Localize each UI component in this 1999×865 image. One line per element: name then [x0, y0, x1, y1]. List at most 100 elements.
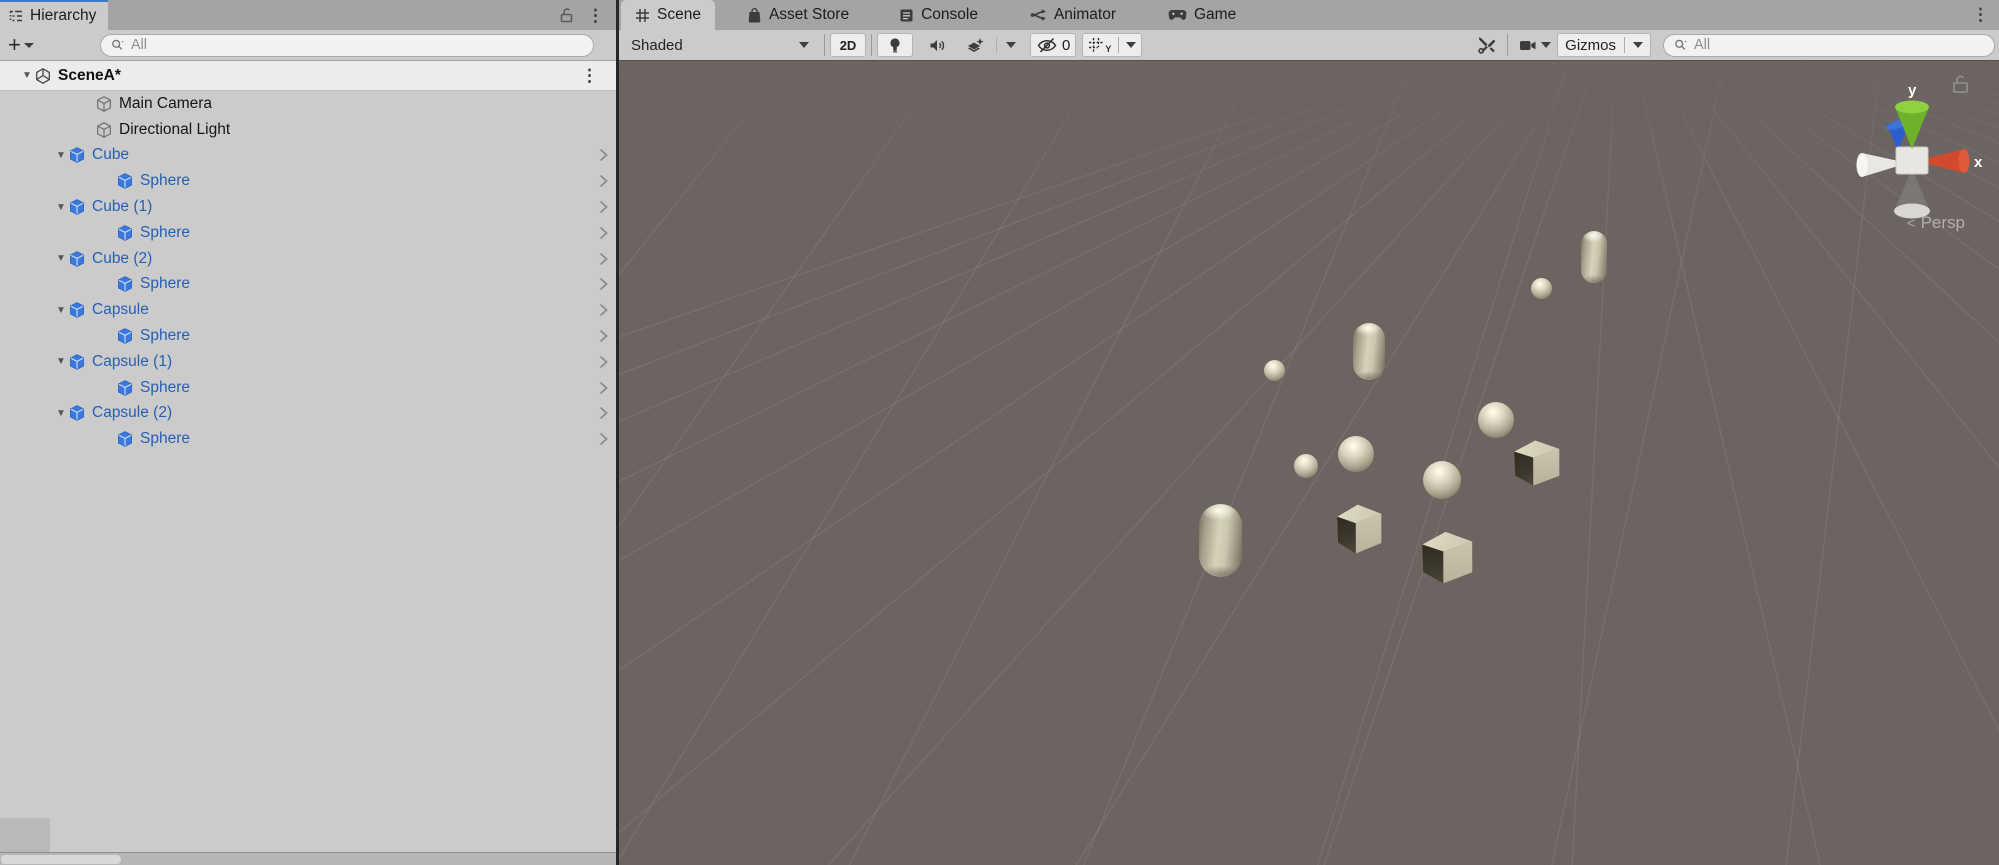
scene-camera-button[interactable]	[1513, 33, 1557, 57]
hierarchy-item[interactable]: ▼ Cube (2)	[0, 246, 616, 272]
tools-button[interactable]	[1472, 33, 1502, 57]
prefab-chevron-icon[interactable]	[599, 406, 608, 420]
projection-toggle[interactable]: < Persp	[1907, 213, 1965, 233]
sphere-object[interactable]	[1478, 402, 1514, 438]
hierarchy-toolbar: +	[0, 30, 616, 61]
grid-visibility-button[interactable]: Y	[1082, 33, 1143, 57]
tab-game[interactable]: Game	[1154, 0, 1250, 30]
grid-dropdown-icon[interactable]	[1126, 42, 1137, 48]
hierarchy-item[interactable]: ▼ Cube (1)	[0, 194, 616, 220]
foldout-triangle[interactable]: ▼	[54, 408, 68, 419]
hierarchy-item[interactable]: ▼ Capsule (2)	[0, 401, 616, 427]
prefab-chevron-icon[interactable]	[599, 381, 608, 395]
add-object-button[interactable]: +	[8, 34, 34, 56]
tab-animator-label: Animator	[1053, 6, 1116, 23]
hierarchy-item[interactable]: Main Camera	[0, 91, 616, 117]
hierarchy-item[interactable]: Sphere	[0, 272, 616, 298]
hierarchy-item[interactable]: Sphere	[0, 426, 616, 452]
draw-mode-dropdown[interactable]: Shaded	[623, 33, 819, 57]
scene-search-input[interactable]	[1694, 37, 1984, 53]
foldout-triangle[interactable]: ▼	[54, 253, 68, 264]
prefab-chevron-icon[interactable]	[599, 277, 608, 291]
hierarchy-hscrollbar[interactable]	[0, 852, 616, 865]
gameobject-icon	[116, 430, 134, 448]
gizmo-lock-icon[interactable]	[1953, 75, 1968, 93]
prefab-chevron-icon[interactable]	[599, 148, 608, 162]
scene-tabbar: Scene Asset Store Console Animator Game …	[619, 0, 1999, 30]
prefab-chevron-icon[interactable]	[599, 200, 608, 214]
hierarchy-tree: ▼ SceneA* ⋮ Main Camera Directional Ligh…	[0, 61, 616, 452]
hidden-objects-button[interactable]: 0	[1030, 33, 1077, 57]
scene-menu-icon[interactable]: ⋮	[581, 67, 598, 84]
tab-asset-store[interactable]: Asset Store	[733, 0, 863, 30]
foldout-triangle[interactable]: ▼	[54, 150, 68, 161]
camera-dropdown-icon	[1541, 42, 1552, 48]
scene-menu-icon[interactable]: ⋮	[1972, 6, 1989, 23]
hierarchy-item[interactable]: Sphere	[0, 375, 616, 401]
prefab-chevron-icon[interactable]	[599, 355, 608, 369]
prefab-chevron-icon[interactable]	[599, 303, 608, 317]
foldout-triangle[interactable]: ▼	[20, 70, 34, 81]
tab-animator[interactable]: Animator	[1016, 0, 1130, 30]
prefab-chevron-icon[interactable]	[599, 252, 608, 266]
cube-object[interactable]	[1514, 438, 1561, 488]
scene-viewport[interactable]: y x < Persp	[619, 61, 1999, 865]
tab-scene[interactable]: Scene	[621, 0, 715, 30]
orientation-gizmo[interactable]: y x	[1832, 65, 1997, 230]
gizmo-axis-negy[interactable]	[1894, 169, 1930, 219]
prefab-chevron-icon[interactable]	[599, 329, 608, 343]
axis-y-label[interactable]: y	[1908, 82, 1917, 99]
gizmo-center-cube[interactable]	[1895, 146, 1929, 175]
effects-toggle-button[interactable]	[960, 33, 991, 57]
hierarchy-item[interactable]: Sphere	[0, 323, 616, 349]
sphere-object[interactable]	[1338, 436, 1374, 472]
effects-dropdown-icon[interactable]	[1006, 42, 1016, 48]
chevron-down-icon	[799, 42, 809, 48]
hierarchy-item[interactable]: Sphere	[0, 168, 616, 194]
foldout-triangle[interactable]: ▼	[54, 202, 68, 213]
sphere-object[interactable]	[1294, 454, 1318, 478]
hierarchy-item-label: Sphere	[140, 223, 190, 241]
hierarchy-item[interactable]: Directional Light	[0, 117, 616, 143]
hierarchy-panel: Hierarchy ⋮ + All ▼ SceneA* ⋮ Main Camer…	[0, 0, 616, 865]
tab-console[interactable]: Console	[885, 0, 992, 30]
hierarchy-menu-icon[interactable]: ⋮	[587, 7, 604, 24]
scrollbar-thumb[interactable]	[1, 855, 121, 864]
tools-icon	[1478, 36, 1496, 54]
gizmos-button[interactable]: Gizmos	[1557, 33, 1651, 57]
sphere-object[interactable]	[1531, 278, 1552, 299]
hierarchy-search-input[interactable]	[130, 37, 583, 53]
prefab-chevron-icon[interactable]	[599, 174, 608, 188]
sphere-object[interactable]	[1423, 461, 1461, 499]
gameobject-icon	[68, 353, 86, 371]
gizmos-label: Gizmos	[1565, 36, 1616, 54]
lock-icon[interactable]	[558, 6, 575, 24]
prefab-chevron-icon[interactable]	[599, 432, 608, 446]
sphere-object[interactable]	[1264, 360, 1285, 381]
hierarchy-item[interactable]: ▼ Capsule (1)	[0, 349, 616, 375]
audio-toggle-button[interactable]	[923, 33, 952, 57]
cube-object[interactable]	[1337, 502, 1383, 556]
cube-object[interactable]	[1422, 529, 1474, 586]
grid-icon	[1088, 37, 1104, 53]
lighting-toggle-button[interactable]	[877, 33, 913, 57]
capsule-object[interactable]	[1199, 504, 1242, 577]
capsule-object[interactable]	[1353, 323, 1385, 380]
hierarchy-item[interactable]: ▼ Capsule	[0, 297, 616, 323]
hierarchy-item[interactable]: ▼ Cube	[0, 143, 616, 169]
foldout-triangle[interactable]: ▼	[54, 305, 68, 316]
scene-search[interactable]	[1663, 33, 1995, 57]
2d-toggle-button[interactable]: 2D	[830, 33, 866, 57]
gizmos-dropdown-icon[interactable]	[1633, 42, 1643, 48]
tab-hierarchy[interactable]: Hierarchy	[0, 0, 109, 30]
prefab-chevron-icon[interactable]	[599, 226, 608, 240]
hierarchy-item[interactable]: Sphere	[0, 220, 616, 246]
hierarchy-item-label: Sphere	[140, 378, 190, 396]
foldout-triangle[interactable]: ▼	[54, 356, 68, 367]
hierarchy-item-label: Cube (1)	[92, 198, 153, 216]
scene-header-row[interactable]: ▼ SceneA* ⋮	[0, 61, 616, 91]
axis-x-label[interactable]: x	[1974, 154, 1983, 171]
capsule-object[interactable]	[1581, 231, 1607, 283]
hierarchy-item-label: Sphere	[140, 275, 190, 293]
hierarchy-search[interactable]	[99, 33, 594, 57]
